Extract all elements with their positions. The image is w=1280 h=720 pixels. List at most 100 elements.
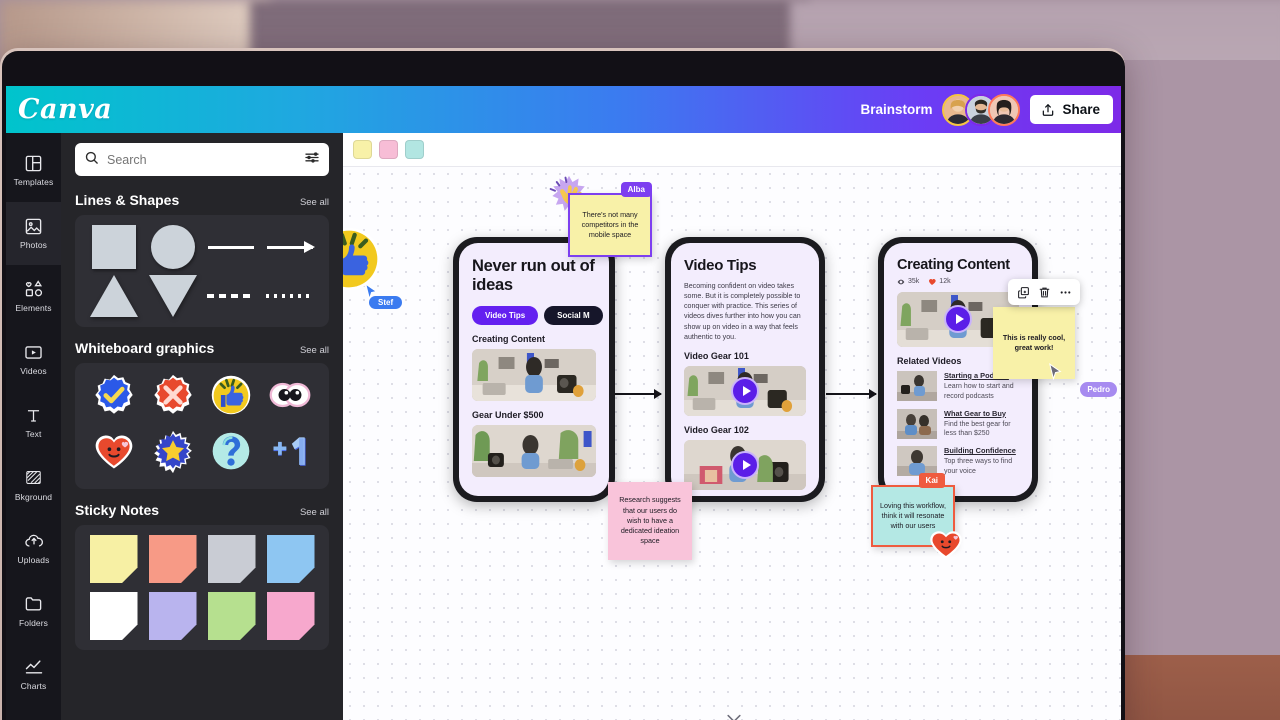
video-thumbnail[interactable] <box>472 348 596 401</box>
question-mark-sticker[interactable] <box>209 430 253 479</box>
color-swatch-teal[interactable] <box>405 140 424 159</box>
share-button[interactable]: Share <box>1030 95 1113 124</box>
video-thumbnail[interactable] <box>684 440 806 491</box>
videos-icon <box>24 342 44 362</box>
note-pedro[interactable]: This is really cool, great work! Pedro <box>993 307 1117 397</box>
play-button[interactable] <box>731 451 759 480</box>
charts-icon <box>24 657 44 677</box>
views-value: 35k <box>908 278 920 286</box>
text-icon <box>24 405 44 425</box>
sticky-note-swatch[interactable] <box>266 592 315 640</box>
note-research[interactable]: Research suggests that our users do wish… <box>608 482 692 560</box>
phone-title: Creating Content <box>897 257 1010 273</box>
related-video-desc: Top three ways to find your voice <box>944 458 1013 475</box>
star-burst-sticker[interactable] <box>151 430 195 479</box>
pill-video-tips[interactable]: Video Tips <box>472 305 539 325</box>
cursor-pedro <box>1049 363 1062 385</box>
shape-triangle-down[interactable] <box>148 275 197 317</box>
sticky-note-swatch[interactable] <box>207 592 256 640</box>
sidebar-item-videos[interactable]: Videos <box>6 328 61 391</box>
heart-icon <box>929 278 936 285</box>
sliders-filter-icon[interactable] <box>304 149 320 170</box>
sidebar-item-audio[interactable]: Audio <box>6 705 61 720</box>
sidebar-item-photos[interactable]: Photos <box>6 201 61 265</box>
sidebar-item-templates[interactable]: Templates <box>6 139 61 202</box>
sticky-note-swatch[interactable] <box>89 535 138 583</box>
section-title: Whiteboard graphics <box>75 340 215 356</box>
avatar[interactable] <box>988 93 1021 126</box>
section-sticky-notes: Sticky Notes See all <box>75 502 329 650</box>
section-header: Whiteboard graphics See all <box>75 340 329 356</box>
shape-line[interactable] <box>208 245 255 249</box>
shape-circle[interactable] <box>150 225 195 269</box>
sticky-note-swatch[interactable] <box>266 535 315 583</box>
shape-dashed-line[interactable] <box>207 294 256 298</box>
sidebar-item-charts[interactable]: Charts <box>6 642 61 705</box>
whiteboard-canvas[interactable]: Never run out of ideas Video Tips Social… <box>343 167 1121 720</box>
note-author-tag: Alba <box>620 182 652 198</box>
canva-logo[interactable]: Canva <box>18 94 112 125</box>
plus-one-sticker[interactable] <box>268 430 312 479</box>
play-button[interactable] <box>731 377 759 406</box>
shape-triangle-up[interactable] <box>90 275 139 317</box>
photos-icon <box>24 216 44 236</box>
see-all-link[interactable]: See all <box>300 197 329 208</box>
related-video-text: Building Confidence Top three ways to fi… <box>944 446 1019 477</box>
cross-badge-sticker[interactable] <box>151 373 195 422</box>
color-swatch-yellow[interactable] <box>353 140 372 159</box>
shapes-card <box>75 215 329 327</box>
sidebar-item-elements[interactable]: Elements <box>6 265 61 328</box>
phone-video-tips[interactable]: Video Tips Becoming confident on video t… <box>665 237 825 502</box>
see-all-link[interactable]: See all <box>300 345 329 356</box>
heart-face-sticker[interactable] <box>92 430 136 479</box>
sticky-note-swatch[interactable] <box>89 592 138 640</box>
sticky-note-swatch[interactable] <box>207 535 256 583</box>
note-alba[interactable]: There's not many competitors in the mobi… <box>568 182 652 257</box>
top-bar-right-group: Brainstorm Share <box>860 93 1113 126</box>
pill-social-media[interactable]: Social M <box>544 305 603 325</box>
note-text: This is really cool, great work! <box>1002 332 1066 352</box>
sidebar-item-folders[interactable]: Folders <box>6 579 61 642</box>
share-upload-icon <box>1041 103 1055 117</box>
related-video-item[interactable]: Building Confidence Top three ways to fi… <box>897 446 1019 477</box>
chevron-down-icon[interactable] <box>723 711 745 720</box>
see-all-link[interactable]: See all <box>300 507 329 518</box>
delete-icon[interactable] <box>1035 283 1053 301</box>
sidebar-item-text[interactable]: Text <box>6 391 61 454</box>
elements-icon <box>24 279 44 299</box>
thumbs-up-sticker[interactable] <box>209 373 253 422</box>
phone-ideas[interactable]: Never run out of ideas Video Tips Social… <box>453 237 615 502</box>
duplicate-icon[interactable] <box>1014 283 1032 301</box>
phone-screen: Video Tips Becoming confident on video t… <box>671 243 819 496</box>
sidebar-item-bkground[interactable]: Bkground <box>6 454 61 517</box>
search-input[interactable] <box>75 143 329 176</box>
eyes-sticker[interactable] <box>268 373 312 422</box>
collaborator-avatars[interactable] <box>942 93 1021 126</box>
search-icon <box>84 150 99 170</box>
document-title[interactable]: Brainstorm <box>860 102 932 117</box>
shape-dotted-line[interactable] <box>265 294 314 298</box>
more-options-icon[interactable] <box>1056 283 1074 301</box>
sticky-note-swatch[interactable] <box>148 535 197 583</box>
play-button[interactable] <box>944 305 972 334</box>
phone-pill-row: Video Tips Social M <box>472 305 603 325</box>
related-video-title[interactable]: Building Confidence <box>944 446 1019 455</box>
check-badge-sticker[interactable] <box>92 373 136 422</box>
element-toolbar[interactable] <box>1008 279 1080 305</box>
connector-arrow <box>611 389 662 399</box>
color-swatch-pink[interactable] <box>379 140 398 159</box>
video-thumbnail[interactable] <box>684 366 806 417</box>
heart-face-sticker[interactable] <box>928 527 964 561</box>
related-video-item[interactable]: What Gear to Buy Find the best gear for … <box>897 408 1019 440</box>
phone-body-text: Becoming confident on video takes some. … <box>684 281 801 341</box>
elements-panel: Lines & Shapes See all <box>61 133 343 720</box>
related-video-title[interactable]: What Gear to Buy <box>944 409 1019 418</box>
shape-arrow[interactable] <box>266 240 315 253</box>
avatar-face-3 <box>990 95 1019 124</box>
shape-square[interactable] <box>92 225 137 269</box>
video-thumbnail[interactable] <box>472 424 596 477</box>
sticky-note-swatch[interactable] <box>148 592 197 640</box>
sidebar-item-uploads[interactable]: Uploads <box>6 516 61 579</box>
sidebar-item-label: Templates <box>13 177 54 188</box>
templates-icon <box>24 153 44 173</box>
